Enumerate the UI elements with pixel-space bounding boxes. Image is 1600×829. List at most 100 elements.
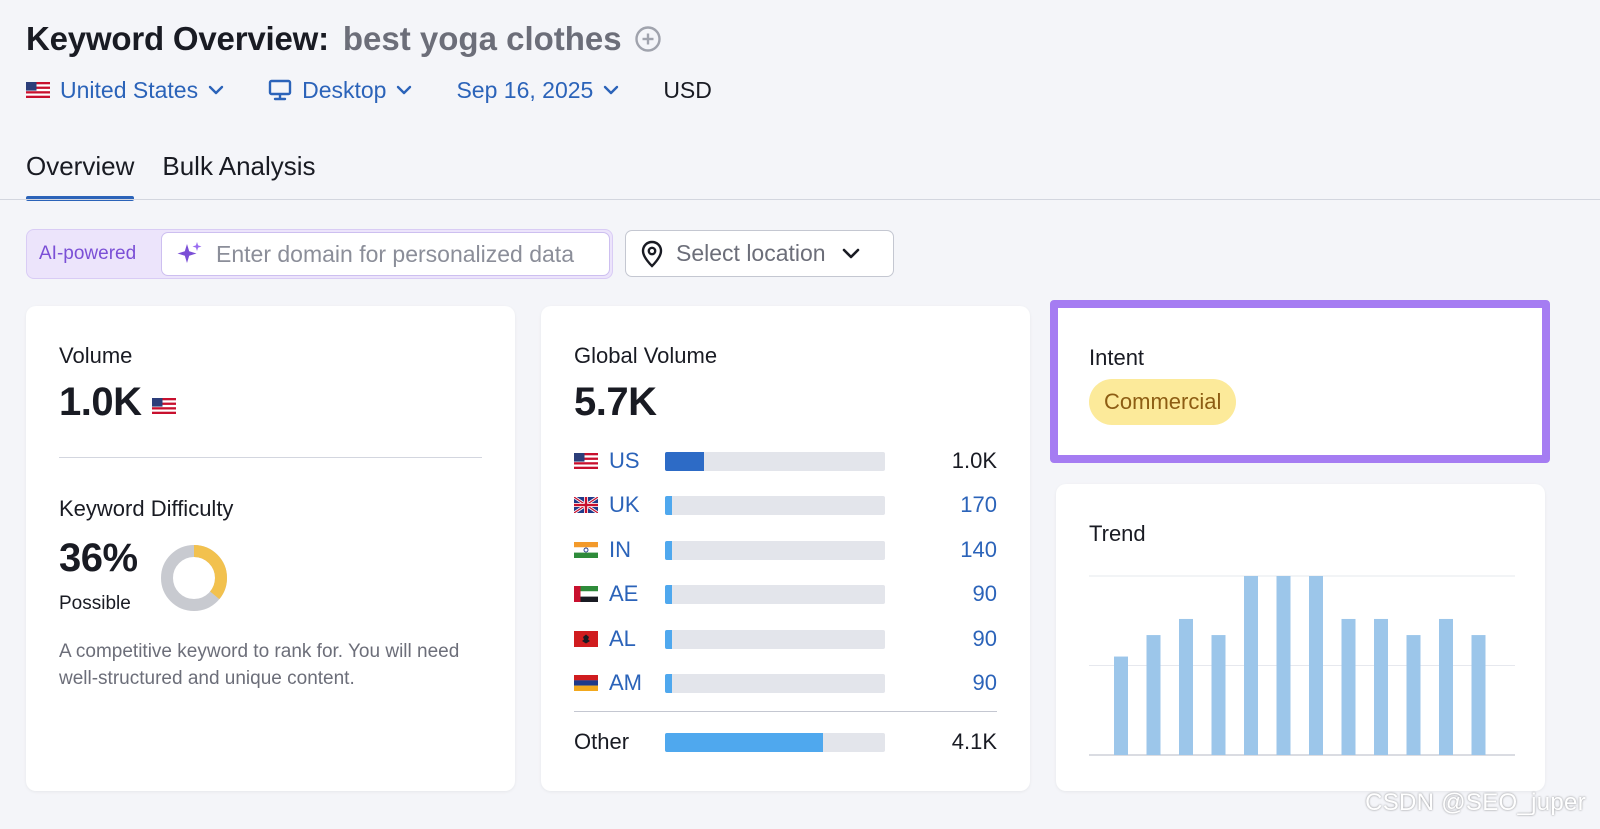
ae-flag-icon: [574, 586, 599, 602]
chevron-down-icon: [396, 85, 412, 95]
global-volume-divider: [574, 711, 997, 712]
volume-share-fill: [665, 732, 824, 752]
us-flag-icon: [151, 397, 176, 414]
chevron-down-icon: [603, 85, 619, 95]
page-title: Keyword Overview:: [26, 20, 329, 57]
country-code[interactable]: AE: [609, 581, 665, 607]
keyword-difficulty-description: A competitive keyword to rank for. You w…: [59, 641, 460, 689]
intent-label: Intent: [1089, 345, 1145, 370]
us-flag-icon: [574, 453, 599, 469]
intent-badge-commercial: Commercial: [1089, 379, 1237, 425]
country-code[interactable]: US: [609, 448, 665, 474]
trend-bar[interactable]: [1341, 618, 1356, 755]
trend-bar[interactable]: [1406, 635, 1421, 755]
country-row-uk[interactable]: UK 170: [574, 490, 997, 520]
country-row-us[interactable]: US 1.0K: [574, 446, 997, 476]
country-row-ae[interactable]: AE 90: [574, 579, 997, 609]
us-flag-icon: [26, 82, 50, 98]
volume-card: Volume 1.0K Keyword Difficulty 36% Possi…: [26, 306, 515, 791]
desktop-icon: [268, 79, 292, 101]
country-volume[interactable]: 90: [973, 670, 997, 696]
plus-circle-icon[interactable]: [634, 25, 662, 53]
ai-powered-badge: AI-powered: [39, 243, 137, 264]
country-code[interactable]: AL: [609, 626, 665, 652]
country-label: United States: [60, 76, 199, 103]
volume-share-bar: [665, 732, 885, 752]
trend-label: Trend: [1089, 521, 1146, 546]
volume-share-bar: [665, 451, 885, 471]
page-header: Keyword Overview: best yoga clothes: [26, 20, 662, 58]
in-flag-icon: [574, 542, 599, 558]
device-dropdown[interactable]: Desktop: [268, 77, 412, 104]
volume-label: Volume: [59, 343, 133, 368]
country-volume[interactable]: 90: [973, 626, 997, 652]
difficulty-donut: [161, 545, 227, 611]
country-row-am[interactable]: AM 90: [574, 668, 997, 698]
volume-share-fill: [665, 673, 672, 693]
volume-value-row: 1.0K: [59, 380, 176, 425]
al-flag-icon: [574, 631, 599, 647]
domain-input[interactable]: [216, 240, 609, 268]
trend-bar[interactable]: [1179, 618, 1193, 755]
trend-bar[interactable]: [1146, 635, 1161, 755]
global-volume-value: 5.7K: [574, 380, 657, 424]
device-label: Desktop: [302, 76, 387, 103]
global-volume-card: Global Volume 5.7K US 1.0K UK 170 IN 140…: [541, 306, 1030, 791]
trend-bar[interactable]: [1471, 635, 1486, 755]
country-volume: 1.0K: [951, 448, 997, 473]
filter-bar: United States Desktop Sep 16, 2025 USD: [26, 72, 712, 108]
location-select[interactable]: Select location: [625, 230, 894, 277]
ai-domain-search: AI-powered: [26, 229, 613, 279]
country-row-in[interactable]: IN 140: [574, 535, 997, 565]
trend-bar[interactable]: [1211, 635, 1226, 755]
chevron-down-icon: [842, 248, 860, 259]
keyword-title: best yoga clothes: [342, 20, 622, 57]
volume-share-fill: [665, 584, 672, 604]
trend-bar[interactable]: [1244, 576, 1258, 755]
country-volume[interactable]: 90: [973, 581, 997, 607]
tab-bar: Overview Bulk Analysis: [26, 145, 344, 201]
trend-card: Trend: [1056, 484, 1545, 791]
tabs-divider: [0, 199, 1600, 200]
intent-card: Intent Commercial: [1050, 300, 1550, 463]
keyword-difficulty-label: Keyword Difficulty: [59, 496, 234, 521]
volume-value: 1.0K: [59, 380, 142, 424]
uk-flag-icon: [574, 497, 599, 513]
country-row-al[interactable]: AL 90: [574, 624, 997, 654]
trend-bar[interactable]: [1114, 656, 1128, 755]
country-code[interactable]: UK: [609, 492, 665, 518]
tab-overview[interactable]: Overview: [26, 145, 135, 201]
trend-bar[interactable]: [1276, 576, 1291, 755]
global-volume-label: Global Volume: [574, 343, 718, 368]
country-volume[interactable]: 170: [960, 492, 997, 518]
trend-chart: [1089, 575, 1515, 756]
country-dropdown[interactable]: United States: [26, 77, 224, 104]
volume-share-bar: [665, 629, 885, 649]
trend-bar[interactable]: [1374, 618, 1388, 755]
volume-share-fill: [665, 629, 672, 649]
trend-bar[interactable]: [1309, 576, 1323, 755]
watermark: CSDN @SEO_juper: [1365, 789, 1586, 816]
country-code[interactable]: IN: [609, 537, 665, 563]
date-dropdown[interactable]: Sep 16, 2025: [456, 77, 619, 104]
am-flag-icon: [574, 675, 599, 691]
currency-label: USD: [663, 76, 712, 103]
date-label: Sep 16, 2025: [456, 76, 594, 103]
country-row-other: Other 4.1K: [574, 727, 997, 757]
trend-bar[interactable]: [1439, 618, 1453, 755]
volume-share-bar: [665, 540, 885, 560]
domain-input-wrapper[interactable]: [161, 232, 610, 276]
volume-share-fill: [665, 540, 672, 560]
volume-share-bar: [665, 495, 885, 515]
sparkle-icon: [176, 240, 204, 268]
map-pin-icon: [640, 240, 664, 268]
country-code[interactable]: AM: [609, 670, 665, 696]
country-volume[interactable]: 140: [960, 537, 997, 563]
other-volume: 4.1K: [951, 729, 997, 754]
volume-share-bar: [665, 673, 885, 693]
volume-share-fill: [665, 495, 672, 515]
volume-share-fill: [665, 451, 704, 471]
other-label: Other: [574, 729, 630, 754]
tab-bulk-analysis[interactable]: Bulk Analysis: [162, 145, 315, 201]
keyword-difficulty-value: 36%: [59, 536, 138, 580]
